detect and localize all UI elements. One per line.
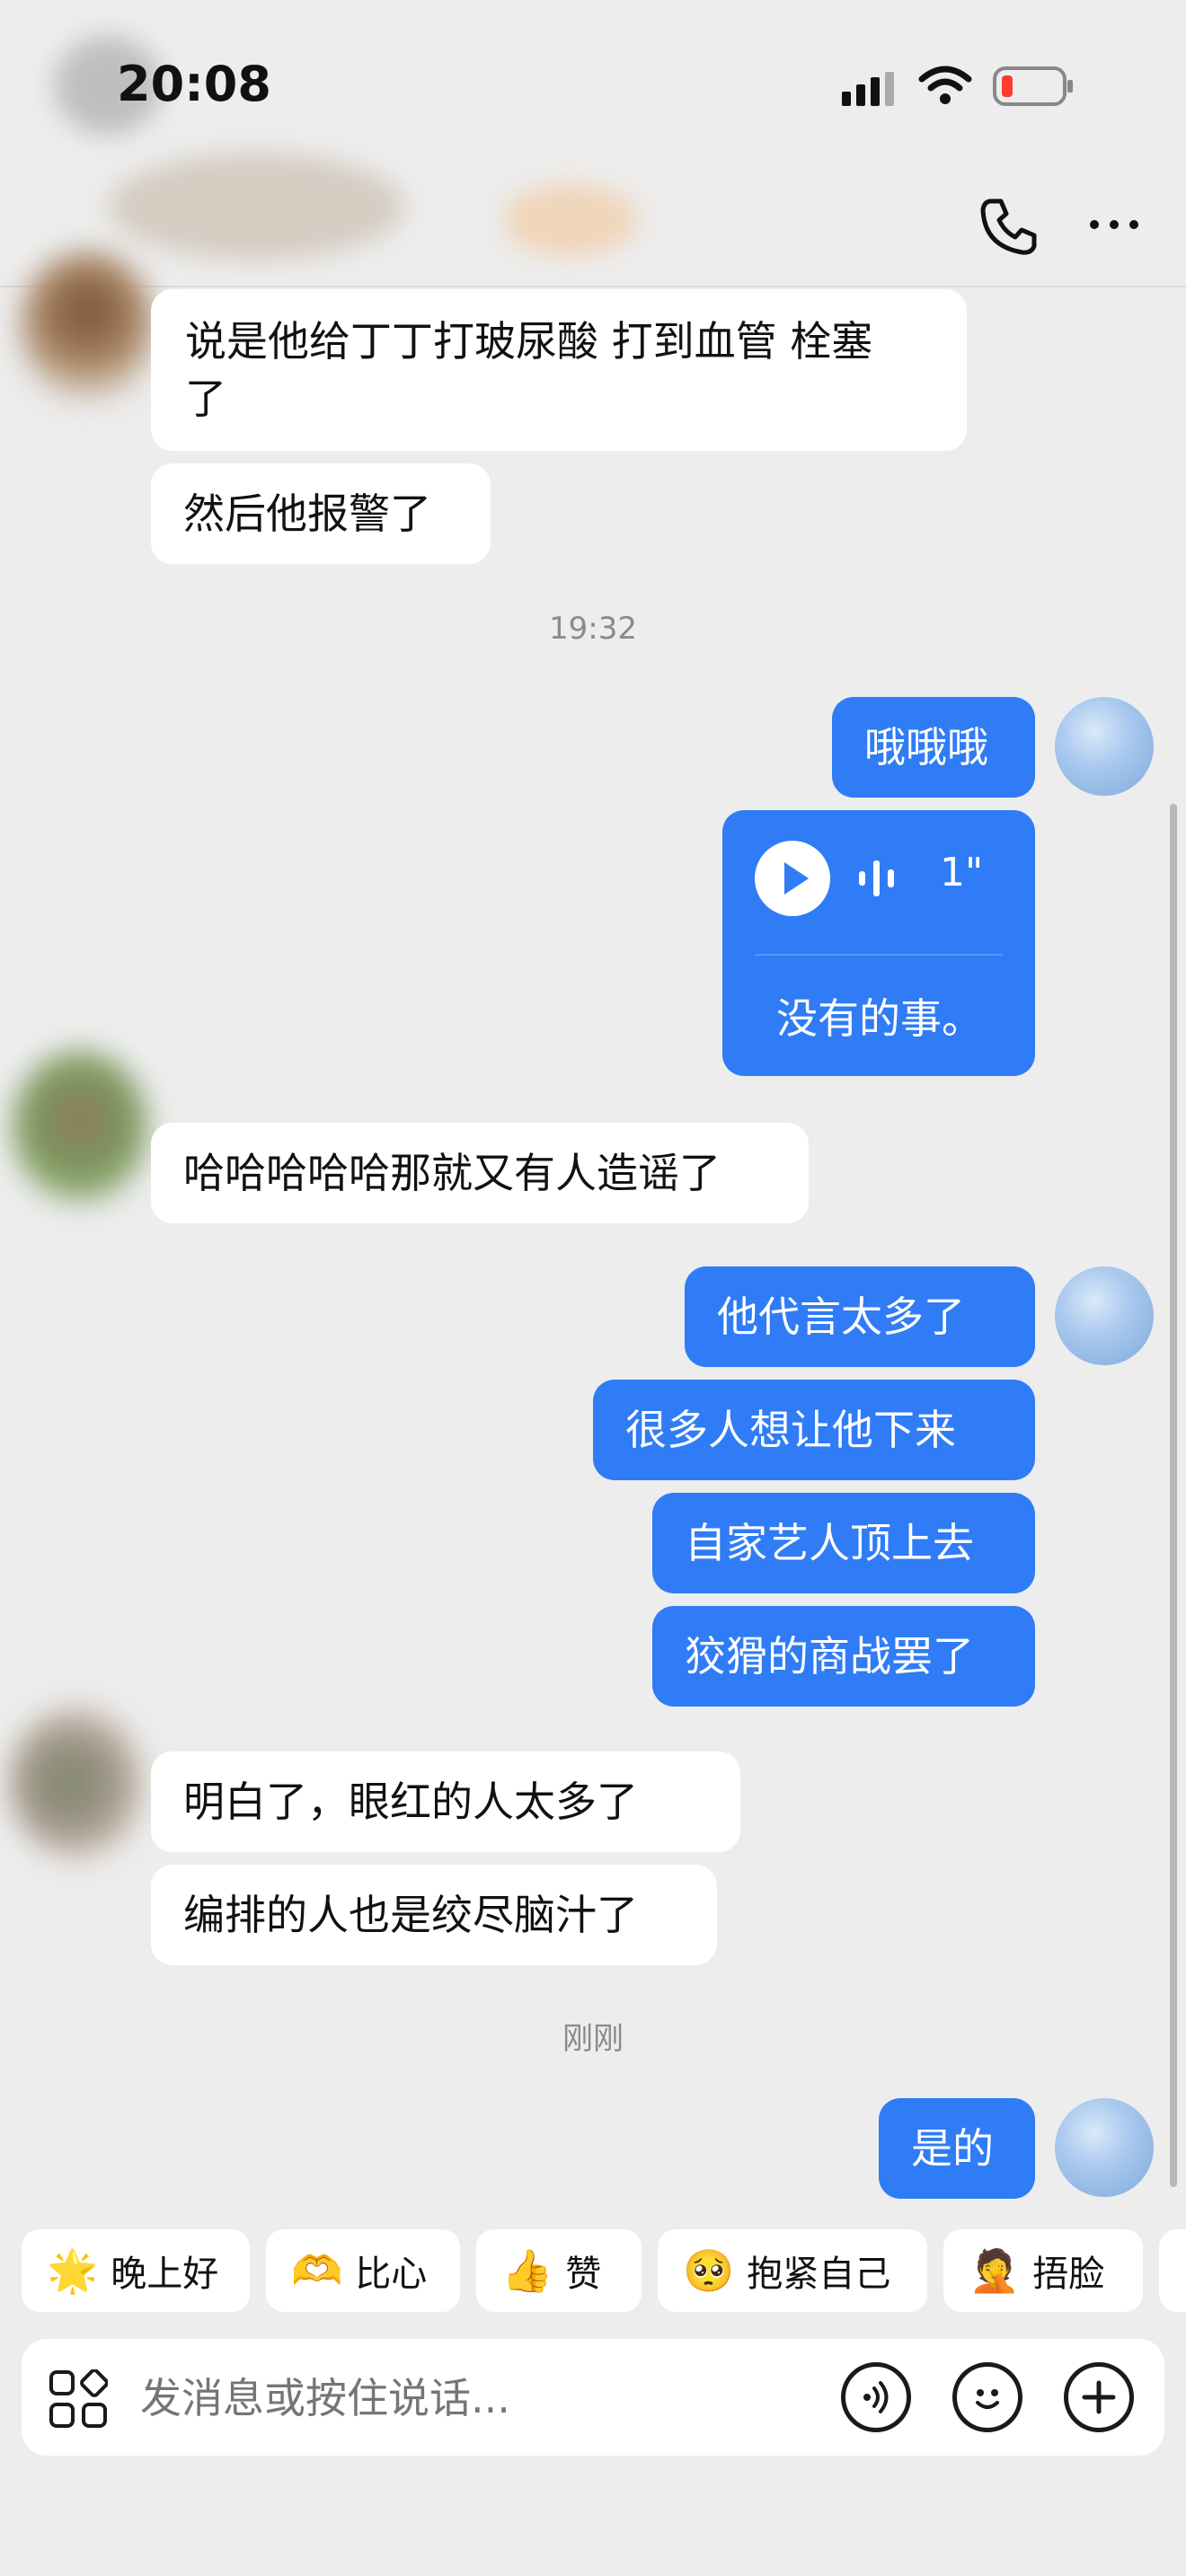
- voice-waveform-icon: [855, 859, 900, 898]
- quick-reply-chip[interactable]: 🫶 比心: [266, 2229, 460, 2312]
- outgoing-voice-message[interactable]: 1" 没有的事。: [722, 810, 1035, 1076]
- outgoing-message[interactable]: 哦哦哦: [832, 697, 1035, 798]
- smiley-face-icon: [976, 2389, 999, 2409]
- outgoing-message[interactable]: 狡猾的商战罢了: [652, 1606, 1035, 1707]
- cellular-signal-icon: [840, 72, 903, 108]
- hug-self-icon: 🥺: [683, 2246, 735, 2295]
- incoming-message[interactable]: 哈哈哈哈哈那就又有人造谣了: [151, 1123, 809, 1223]
- quick-reply-label: 赞: [565, 2254, 602, 2295]
- heart-hands-icon: 🫶: [291, 2246, 343, 2295]
- quick-reply-chip-partial[interactable]: [1159, 2229, 1186, 2312]
- quick-reply-chip[interactable]: 🌟 晚上好: [22, 2229, 250, 2312]
- quick-reply-chip[interactable]: 🤦 捂脸: [943, 2229, 1143, 2312]
- my-avatar[interactable]: [1055, 697, 1154, 796]
- quick-reply-chip[interactable]: 👍 赞: [476, 2229, 642, 2312]
- incoming-message[interactable]: 明白了，眼红的人太多了: [151, 1751, 740, 1852]
- emoji-button[interactable]: [952, 2362, 1022, 2432]
- chat-scrollbar[interactable]: [1170, 804, 1177, 2187]
- facepalm-icon: 🤦: [969, 2246, 1021, 2295]
- thumbs-up-icon: 👍: [501, 2246, 553, 2295]
- outgoing-message[interactable]: 他代言太多了: [685, 1266, 1035, 1367]
- voice-wave-icon: [863, 2381, 889, 2413]
- my-avatar[interactable]: [1055, 1266, 1154, 1365]
- header-divider: [0, 286, 1186, 287]
- message-text: 说是他给丁丁打玻尿酸 打到血管 栓塞: [185, 317, 873, 366]
- incoming-message[interactable]: 然后他报警了: [151, 463, 491, 564]
- wifi-icon: [918, 63, 972, 108]
- blurred-contact-badge: [503, 184, 638, 256]
- contact-avatar[interactable]: [20, 251, 155, 404]
- outgoing-message[interactable]: 很多人想让他下来: [593, 1380, 1035, 1480]
- quick-reply-label: 比心: [355, 2254, 428, 2295]
- message-input-bar: [22, 2339, 1164, 2456]
- voice-input-button[interactable]: [841, 2362, 911, 2432]
- voice-play-button[interactable]: [755, 841, 830, 916]
- add-more-button[interactable]: [1064, 2362, 1134, 2432]
- voice-divider: [755, 954, 1003, 956]
- voice-transcription: 没有的事。: [776, 994, 983, 1043]
- plus-icon: [1082, 2380, 1116, 2414]
- voice-duration: 1": [940, 850, 984, 895]
- quick-reply-chip[interactable]: 🥺 抱紧自己: [658, 2229, 927, 2312]
- quick-reply-label: 晚上好: [111, 2254, 219, 2295]
- battery-low-icon: [993, 66, 1075, 106]
- message-text-line2: 了: [185, 375, 226, 423]
- voice-call-button[interactable]: [978, 196, 1040, 259]
- message-timestamp: 刚刚: [562, 2021, 624, 2057]
- message-timestamp: 19:32: [549, 611, 637, 647]
- my-avatar[interactable]: [1055, 2098, 1154, 2197]
- quick-reply-label: 抱紧自己: [747, 2254, 891, 2295]
- play-icon: [784, 862, 809, 895]
- phone-icon: [980, 198, 1037, 255]
- outgoing-message[interactable]: 自家艺人顶上去: [652, 1493, 1035, 1593]
- blurred-contact-name: [108, 153, 404, 260]
- contact-avatar[interactable]: [13, 1051, 147, 1204]
- apps-grid-icon: [49, 2369, 109, 2428]
- outgoing-message[interactable]: 是的: [879, 2098, 1035, 2199]
- more-dots-icon: [1090, 220, 1138, 229]
- message-input[interactable]: [138, 2366, 825, 2430]
- status-time: 20:08: [117, 56, 271, 112]
- incoming-message[interactable]: 编排的人也是绞尽脑汁了: [151, 1865, 717, 1965]
- contact-avatar[interactable]: [9, 1707, 144, 1859]
- incoming-message[interactable]: 说是他给丁丁打玻尿酸 打到血管 栓塞 了: [151, 289, 967, 451]
- star-face-icon: 🌟: [47, 2246, 99, 2295]
- more-options-button[interactable]: [1087, 216, 1141, 234]
- quick-reply-label: 捂脸: [1032, 2254, 1105, 2295]
- apps-grid-button[interactable]: [49, 2369, 109, 2429]
